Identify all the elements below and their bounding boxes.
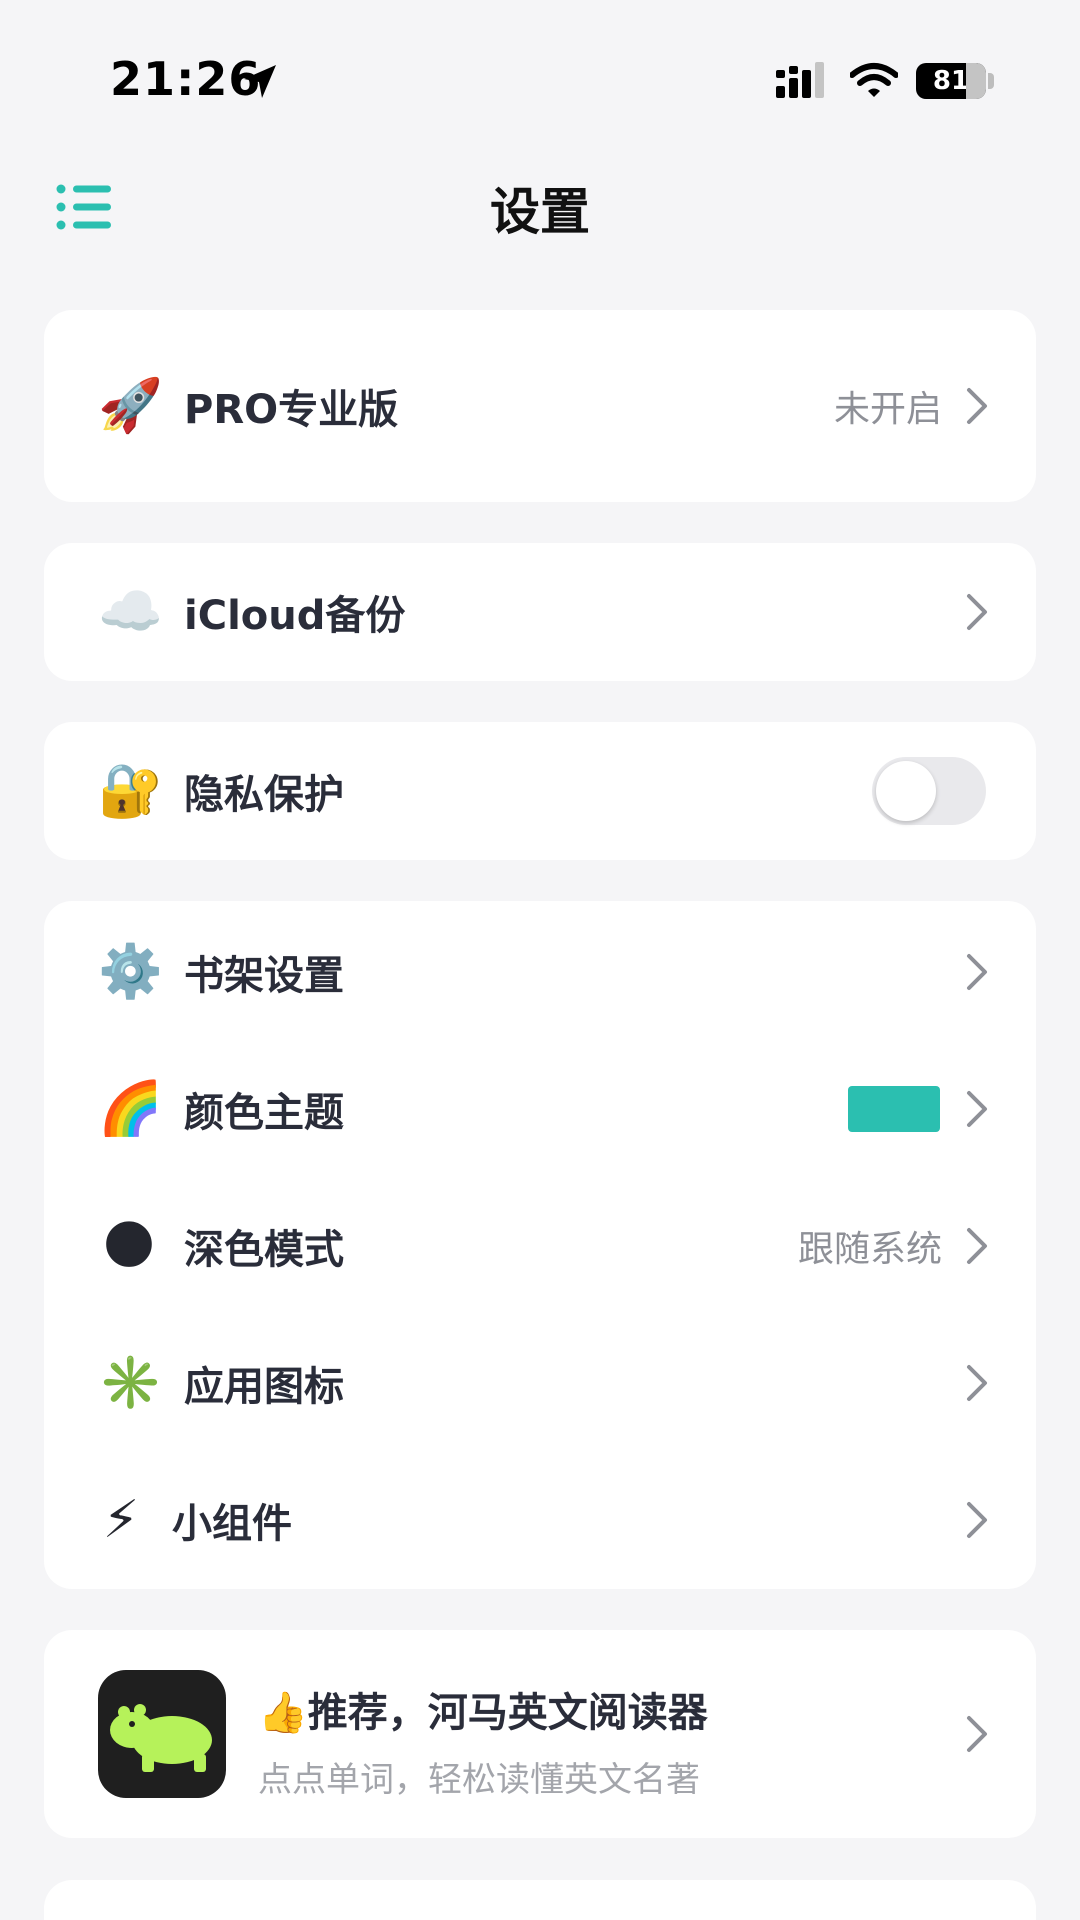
cellular-signal-icon bbox=[776, 62, 824, 98]
row-app-icon-label: 应用图标 bbox=[184, 1364, 344, 1410]
battery-cap bbox=[988, 73, 994, 89]
row-icloud[interactable]: ☁️ iCloud备份 bbox=[44, 543, 1036, 681]
rainbow-icon: 🌈 bbox=[98, 1079, 163, 1139]
rocket-icon: 🚀 bbox=[98, 376, 163, 436]
status-bar: 21:26 81 bbox=[0, 0, 1080, 160]
row-theme[interactable]: 🌈 颜色主题 bbox=[44, 1040, 1036, 1178]
row-pro[interactable]: 🚀 PRO专业版 未开启 bbox=[44, 337, 1036, 475]
promo-subtitle: 点点单词，轻松读懂英文名著 bbox=[258, 1760, 700, 1800]
hippo-icon bbox=[110, 1704, 212, 1772]
location-arrow-icon bbox=[244, 65, 276, 98]
row-privacy: 🔐 隐私保护 bbox=[44, 722, 1036, 860]
status-time: 21:26 bbox=[110, 52, 262, 106]
row-pro-label: PRO专业版 bbox=[184, 387, 399, 433]
row-theme-label: 颜色主题 bbox=[184, 1090, 344, 1136]
row-bookshelf-label: 书架设置 bbox=[184, 953, 344, 999]
next-card-partial bbox=[44, 1880, 1036, 1920]
page-title: 设置 bbox=[490, 183, 590, 241]
promo-card[interactable]: 👍推荐，河马英文阅读器 点点单词，轻松读懂英文名著 bbox=[44, 1630, 1036, 1838]
chevron-right-icon bbox=[967, 594, 987, 630]
chevron-right-icon bbox=[967, 1716, 987, 1752]
wifi-icon bbox=[850, 63, 898, 97]
row-privacy-label: 隐私保护 bbox=[184, 772, 344, 818]
chevron-right-icon bbox=[967, 1365, 987, 1401]
row-dark-mode-value: 跟随系统 bbox=[797, 1229, 942, 1270]
lightning-icon: ⚡ bbox=[102, 1490, 140, 1550]
icloud-card: ☁️ iCloud备份 bbox=[44, 543, 1036, 681]
chevron-right-icon bbox=[967, 388, 987, 424]
battery-empty-portion bbox=[966, 63, 986, 99]
asterisk-icon: ✳️ bbox=[98, 1353, 163, 1413]
chevron-right-icon bbox=[967, 954, 987, 990]
row-dark-mode[interactable]: 🌑 深色模式 跟随系统 bbox=[44, 1177, 1036, 1315]
hippo-app-icon bbox=[98, 1670, 226, 1798]
row-app-icon[interactable]: ✳️ 应用图标 bbox=[44, 1314, 1036, 1452]
settings-group-card: ⚙️ 书架设置 🌈 颜色主题 🌑 深色模式 跟随系统 ✳️ 应用图标 ⚡ 小组件 bbox=[44, 901, 1036, 1589]
privacy-toggle[interactable] bbox=[872, 757, 986, 825]
promo-title: 👍推荐，河马英文阅读器 bbox=[258, 1690, 708, 1736]
row-widget-label: 小组件 bbox=[172, 1501, 292, 1547]
chevron-right-icon bbox=[967, 1228, 987, 1264]
toggle-knob bbox=[876, 761, 936, 821]
chevron-right-icon bbox=[967, 1502, 987, 1538]
gear-icon: ⚙️ bbox=[98, 942, 163, 1002]
theme-color-swatch bbox=[848, 1086, 940, 1132]
row-bookshelf[interactable]: ⚙️ 书架设置 bbox=[44, 903, 1036, 1041]
row-widget[interactable]: ⚡ 小组件 bbox=[44, 1451, 1036, 1589]
pro-card: 🚀 PRO专业版 未开启 bbox=[44, 310, 1036, 502]
new-moon-icon: 🌑 bbox=[101, 1216, 157, 1276]
row-pro-status: 未开启 bbox=[833, 389, 942, 430]
cloud-icon: ☁️ bbox=[98, 582, 163, 642]
row-dark-mode-label: 深色模式 bbox=[184, 1227, 344, 1273]
lock-key-icon: 🔐 bbox=[98, 761, 163, 821]
chevron-right-icon bbox=[967, 1091, 987, 1127]
privacy-card: 🔐 隐私保护 bbox=[44, 722, 1036, 860]
row-icloud-label: iCloud备份 bbox=[184, 593, 406, 639]
